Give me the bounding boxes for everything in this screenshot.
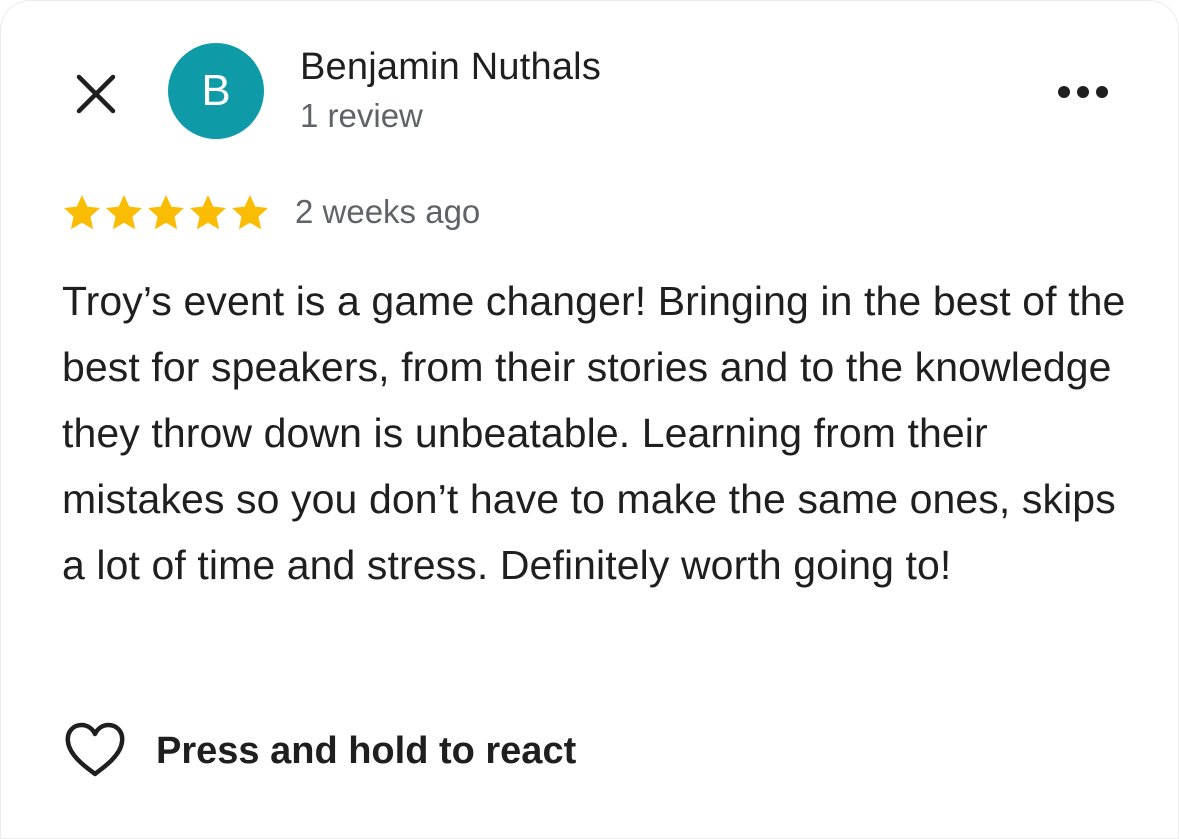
review-time: 2 weeks ago — [295, 193, 481, 230]
star-icon — [106, 195, 142, 230]
star-icon — [190, 195, 226, 230]
react-button[interactable]: Press and hold to react — [62, 718, 576, 784]
close-button[interactable] — [70, 68, 122, 120]
review-card: B Benjamin Nuthals 1 review 2 weeks ago … — [0, 0, 1179, 839]
avatar-letter: B — [201, 66, 231, 115]
star-icon — [64, 195, 100, 230]
avatar[interactable]: B — [168, 43, 264, 139]
author-name[interactable]: Benjamin Nuthals — [300, 46, 601, 89]
more-options-button[interactable] — [1050, 70, 1116, 114]
star-rating — [62, 193, 270, 233]
star-icon — [148, 195, 184, 230]
heart-outline-icon — [65, 722, 125, 777]
react-label: Press and hold to react — [156, 729, 577, 772]
more-horizontal-icon — [1058, 86, 1108, 98]
review-count: 1 review — [300, 97, 423, 134]
close-icon — [76, 74, 116, 114]
star-icon — [232, 195, 268, 230]
review-text: Troy’s event is a game changer! Bringing… — [62, 278, 1126, 588]
